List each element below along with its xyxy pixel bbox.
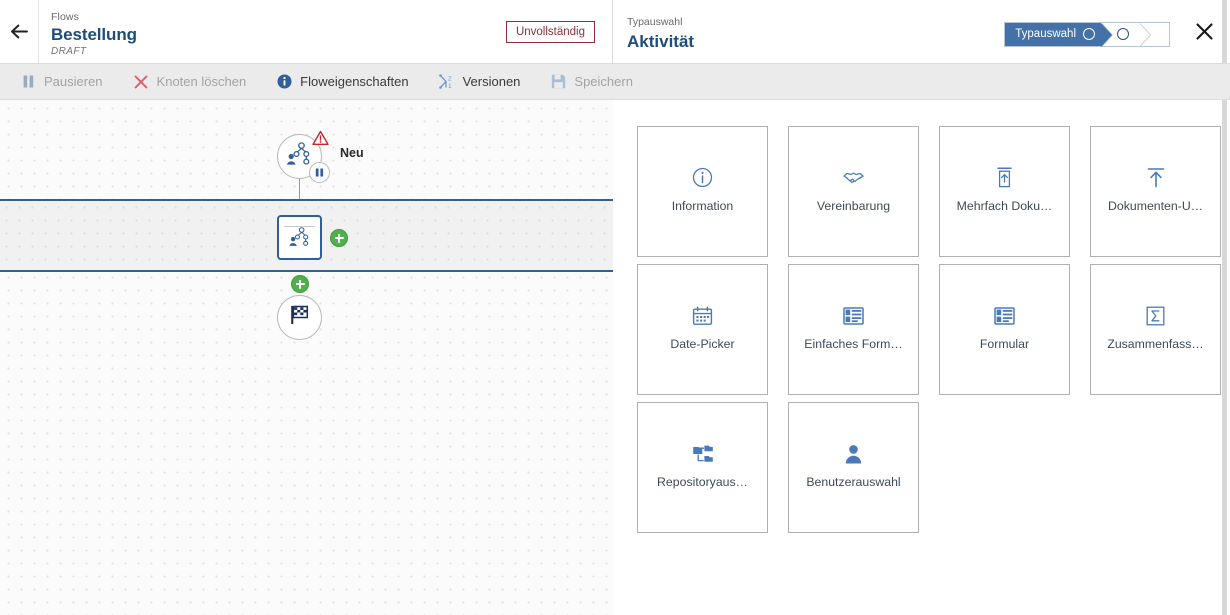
svg-text:2: 2: [448, 75, 452, 82]
panel-title-block: Typauswahl Aktivität: [627, 15, 1004, 53]
panel-breadcrumb: Typauswahl: [627, 16, 683, 28]
card-label: Benutzerauswahl: [806, 474, 901, 489]
wizard-step-2-circle: [1117, 28, 1129, 40]
wizard-step-1-circle: [1083, 28, 1095, 40]
node-label-start: Neu: [340, 146, 364, 160]
card-label: Einfaches Form…: [804, 336, 903, 351]
close-panel-button[interactable]: [1184, 22, 1224, 46]
activity-type-grid: Information Vereinbarung Mehrfach Doku… …: [613, 126, 1230, 533]
card-einfaches-formular[interactable]: Einfaches Form…: [788, 264, 919, 395]
info-icon: [276, 74, 292, 90]
toolbar-label: Knoten löschen: [156, 74, 247, 89]
card-date-picker[interactable]: Date-Picker: [637, 264, 768, 395]
flow-node-activity[interactable]: [277, 215, 322, 260]
flow-node-start[interactable]: Neu: [277, 130, 364, 183]
card-repositoryauswahl[interactable]: Repositoryaus…: [637, 402, 768, 533]
checkered-flag-icon: [288, 304, 312, 331]
toolbar-knoten-loeschen[interactable]: Knoten löschen: [133, 74, 247, 90]
toolbar-versionen[interactable]: 2 1 Versionen: [438, 74, 521, 90]
wizard-divider-2: [1139, 22, 1150, 47]
card-label: Mehrfach Doku…: [956, 198, 1053, 213]
card-label: Zusammenfass…: [1107, 336, 1204, 351]
start-node-circle[interactable]: [277, 130, 330, 183]
card-dokumenten-upload[interactable]: Dokumenten-U…: [1090, 126, 1221, 257]
arrow-left-icon: [10, 24, 29, 39]
card-benutzerauswahl[interactable]: Benutzerauswahl: [788, 402, 919, 533]
card-label: Formular: [979, 336, 1030, 351]
card-label: Vereinbarung: [816, 198, 891, 213]
card-information[interactable]: Information: [637, 126, 768, 257]
repository-tree-icon: [692, 443, 714, 465]
close-icon: [1195, 22, 1214, 46]
multi-upload-icon: [995, 167, 1014, 189]
toolbar-label: Pausieren: [44, 74, 103, 89]
process-users-icon: [286, 142, 313, 171]
card-mehrfach-dokument[interactable]: Mehrfach Doku…: [939, 126, 1070, 257]
wizard-divider-1: [1101, 22, 1112, 47]
node-connector: [299, 179, 300, 199]
info-circle-icon: [692, 167, 713, 189]
panel-header: Typauswahl Aktivität Typauswahl: [613, 0, 1230, 63]
warning-triangle-icon: [312, 129, 329, 146]
card-zusammenfassung[interactable]: Zusammenfass…: [1090, 264, 1221, 395]
toolbar-pausieren[interactable]: Pausieren: [20, 74, 103, 90]
flow-header: Flows Bestellung DRAFT Unvollständig: [0, 0, 612, 63]
back-button[interactable]: [0, 0, 39, 63]
form-icon: [994, 305, 1015, 327]
panel-title: Aktivität: [627, 32, 695, 51]
toolbar-label: Speichern: [574, 74, 633, 89]
status-badge: Unvollständig: [505, 20, 595, 43]
toolbar-floweigenschaften[interactable]: Floweigenschaften: [276, 74, 409, 90]
wizard-step-1[interactable]: Typauswahl: [1005, 22, 1113, 47]
svg-text:1: 1: [448, 83, 452, 89]
wizard-steps: Typauswahl: [1004, 21, 1170, 47]
calendar-icon: [692, 305, 713, 327]
breadcrumb: Flows: [51, 10, 79, 23]
card-label: Repositoryaus…: [657, 474, 748, 489]
handshake-icon: [842, 167, 865, 189]
pause-icon: [20, 74, 36, 90]
card-label: Dokumenten-U…: [1108, 198, 1203, 213]
flow-state-label: DRAFT: [51, 45, 87, 57]
activity-node-box[interactable]: [277, 215, 322, 260]
card-formular[interactable]: Formular: [939, 264, 1070, 395]
user-icon: [845, 443, 862, 465]
pause-badge-icon: [309, 162, 330, 183]
flow-title-block: Flows Bestellung DRAFT: [39, 0, 506, 63]
card-vereinbarung[interactable]: Vereinbarung: [788, 126, 919, 257]
card-grid: Information Vereinbarung Mehrfach Doku… …: [625, 126, 1230, 533]
card-label: Date-Picker: [670, 336, 735, 351]
flow-node-end[interactable]: [277, 295, 322, 340]
upload-arrow-icon: [1146, 167, 1166, 189]
versions-icon: 2 1: [438, 74, 455, 90]
form-simple-icon: [843, 305, 864, 327]
flow-canvas[interactable]: Neu: [0, 100, 613, 615]
toolbar-label: Floweigenschaften: [300, 74, 409, 89]
sigma-box-icon: [1146, 305, 1165, 327]
flow-toolbar: Pausieren Knoten löschen Floweigenschaft…: [0, 63, 1230, 100]
card-label: Information: [671, 198, 734, 213]
close-x-icon: [133, 74, 149, 90]
add-node-button-below[interactable]: [291, 275, 309, 293]
application-window: Flows Bestellung DRAFT Unvollständig Neu…: [0, 0, 1230, 615]
toolbar-speichern[interactable]: Speichern: [550, 74, 633, 90]
end-node-circle[interactable]: [277, 295, 322, 340]
wizard-step-1-label: Typauswahl: [1015, 28, 1076, 40]
save-disk-icon: [550, 74, 566, 90]
page-title: Bestellung: [51, 24, 137, 44]
toolbar-label: Versionen: [462, 74, 521, 89]
process-users-icon: [288, 227, 312, 252]
add-node-button-right[interactable]: [330, 229, 348, 247]
